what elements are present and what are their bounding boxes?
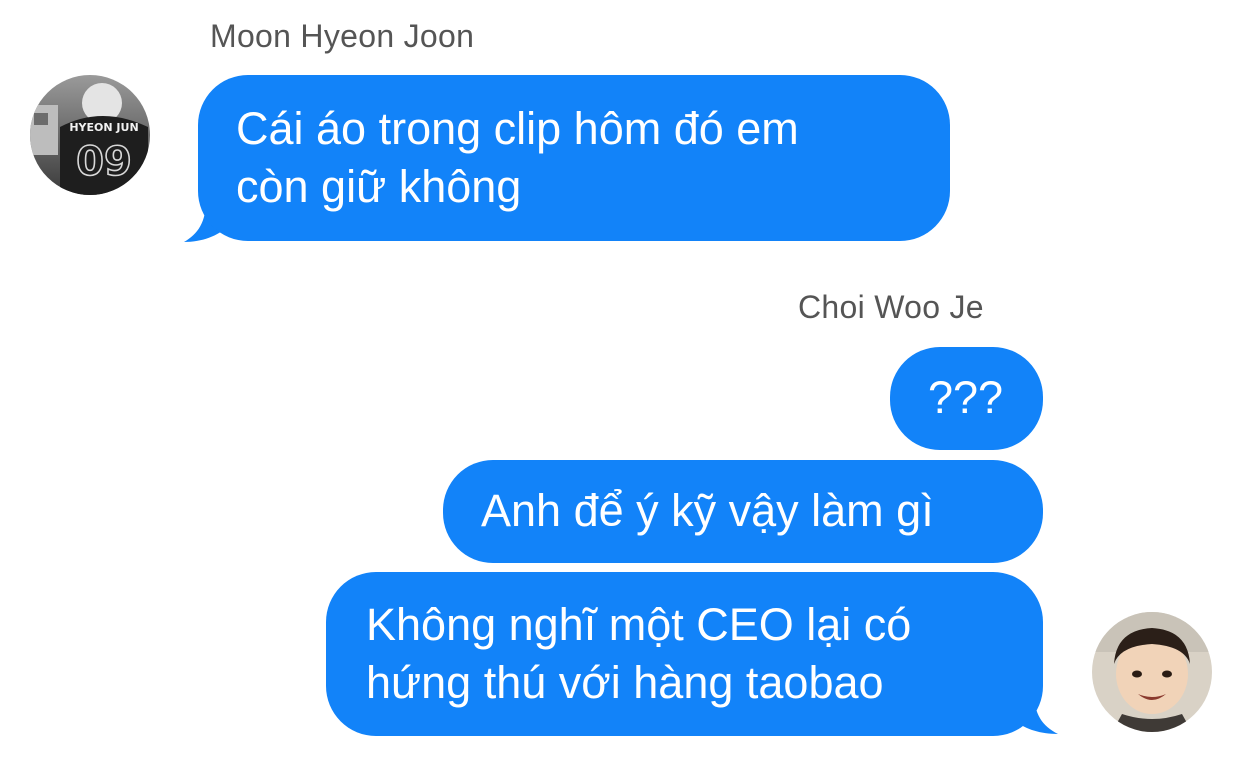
message-line: Cái áo trong clip hôm đó em	[236, 103, 799, 154]
sender-name-moon: Moon Hyeon Joon	[210, 18, 475, 54]
avatar-moon-hyeon-joon[interactable]: HYEON JUN 09	[30, 75, 150, 195]
message-line: Không nghĩ một CEO lại có	[366, 599, 912, 650]
message-line: Anh để ý kỹ vậy làm gì	[481, 485, 934, 536]
message-bubble-incoming[interactable]: Cái áo trong clip hôm đó em còn giữ khôn…	[198, 75, 950, 241]
message-bubble-outgoing-3[interactable]: Không nghĩ một CEO lại có hứng thú với h…	[326, 572, 1043, 736]
jersey-photo-avatar-icon: HYEON JUN 09	[30, 75, 150, 195]
message-line: hứng thú với hàng taobao	[366, 657, 884, 708]
message-bubble-outgoing-1[interactable]: ???	[890, 347, 1043, 450]
jersey-number-text: 09	[76, 139, 132, 185]
message-bubble-outgoing-2[interactable]: Anh để ý kỹ vậy làm gì	[443, 460, 1043, 563]
sender-name-choi: Choi Woo Je	[798, 289, 984, 325]
message-line: còn giữ không	[236, 161, 522, 212]
message-line: ???	[928, 372, 1004, 423]
child-photo-avatar-icon	[1092, 612, 1212, 732]
avatar-choi-woo-je[interactable]	[1092, 612, 1212, 732]
jersey-name-text: HYEON JUN	[69, 121, 138, 134]
